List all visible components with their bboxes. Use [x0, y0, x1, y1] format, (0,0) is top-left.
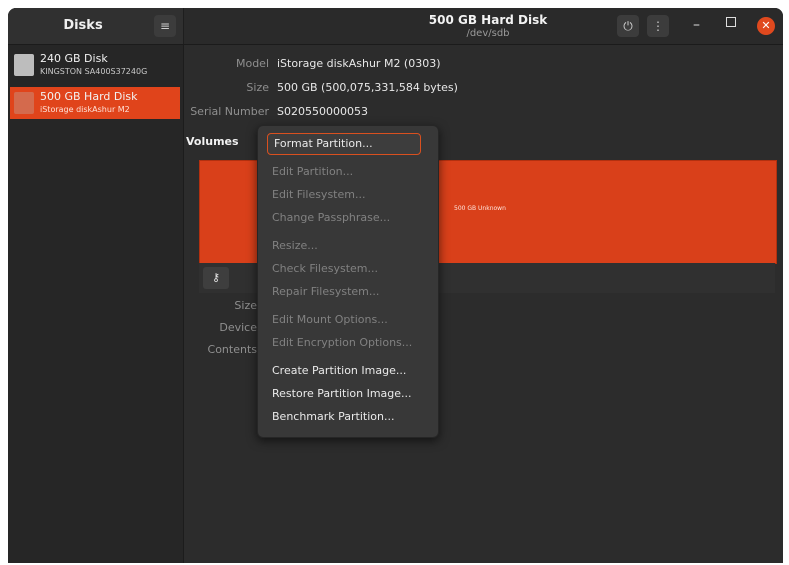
menu-item-repair-filesystem[interactable]: Repair Filesystem... — [272, 285, 379, 298]
menu-item-resize[interactable]: Resize... — [272, 239, 318, 252]
disk-name: 240 GB Disk — [40, 52, 108, 65]
ssd-icon — [14, 54, 34, 76]
usb-drive-icon — [14, 92, 34, 114]
menu-item-create-partition-image[interactable]: Create Partition Image... — [272, 364, 406, 377]
disk-name: 500 GB Hard Disk — [40, 90, 138, 103]
window-title: 500 GB Hard Disk — [428, 13, 548, 27]
kebab-menu-icon[interactable]: ⋮ — [647, 15, 669, 37]
volume-partition-label: 500 GB Unknown — [454, 205, 506, 212]
menu-item-restore-partition-image[interactable]: Restore Partition Image... — [272, 387, 412, 400]
model-label: Model — [235, 57, 269, 70]
sidebar-item-240gb-disk[interactable]: 240 GB Disk KINGSTON SA400S37240G — [10, 49, 180, 81]
device-label: Device — [219, 321, 257, 334]
size-label: Size — [246, 81, 269, 94]
menu-item-check-filesystem[interactable]: Check Filesystem... — [272, 262, 378, 275]
menu-item-benchmark-partition[interactable]: Benchmark Partition... — [272, 410, 394, 423]
menu-item-edit-filesystem[interactable]: Edit Filesystem... — [272, 188, 365, 201]
minimize-icon[interactable]: – — [693, 17, 700, 33]
serial-number-label: Serial Number — [190, 105, 269, 118]
size-value: 500 GB (500,075,331,584 bytes) — [277, 81, 458, 94]
menu-item-edit-encryption-options[interactable]: Edit Encryption Options... — [272, 336, 412, 349]
menu-item-change-passphrase[interactable]: Change Passphrase... — [272, 211, 390, 224]
disk-sidebar: 240 GB Disk KINGSTON SA400S37240G 500 GB… — [8, 45, 184, 563]
disks-window: Disks ≡ 500 GB Hard Disk /dev/sdb ⏻ ⋮ – … — [8, 8, 783, 563]
sidebar-header: Disks ≡ — [8, 8, 184, 44]
sidebar-title: Disks — [63, 18, 103, 33]
model-value: iStorage diskAshur M2 (0303) — [277, 57, 441, 70]
partition-size-label: Size — [234, 299, 257, 312]
menu-item-edit-partition[interactable]: Edit Partition... — [272, 165, 353, 178]
contents-label: Contents — [207, 343, 257, 356]
volumes-heading: Volumes — [186, 135, 239, 148]
maximize-icon[interactable] — [726, 17, 736, 27]
partition-context-menu: Format Partition... Edit Partition... Ed… — [257, 125, 439, 438]
window-subtitle: /dev/sdb — [466, 28, 510, 39]
close-icon[interactable]: ✕ — [757, 17, 775, 35]
disk-model: KINGSTON SA400S37240G — [40, 67, 148, 76]
sidebar-item-500gb-hard-disk[interactable]: 500 GB Hard Disk iStorage diskAshur M2 — [10, 87, 180, 119]
menu-item-edit-mount-options[interactable]: Edit Mount Options... — [272, 313, 388, 326]
power-icon[interactable]: ⏻ — [617, 15, 639, 37]
disk-model: iStorage diskAshur M2 — [40, 105, 130, 114]
key-icon[interactable]: ⚷ — [203, 267, 229, 289]
hamburger-menu-icon[interactable]: ≡ — [154, 15, 176, 37]
serial-number-value: S020550000053 — [277, 105, 368, 118]
header-bar: Disks ≡ 500 GB Hard Disk /dev/sdb ⏻ ⋮ – … — [8, 8, 783, 45]
menu-item-format-partition[interactable]: Format Partition... — [267, 133, 421, 155]
